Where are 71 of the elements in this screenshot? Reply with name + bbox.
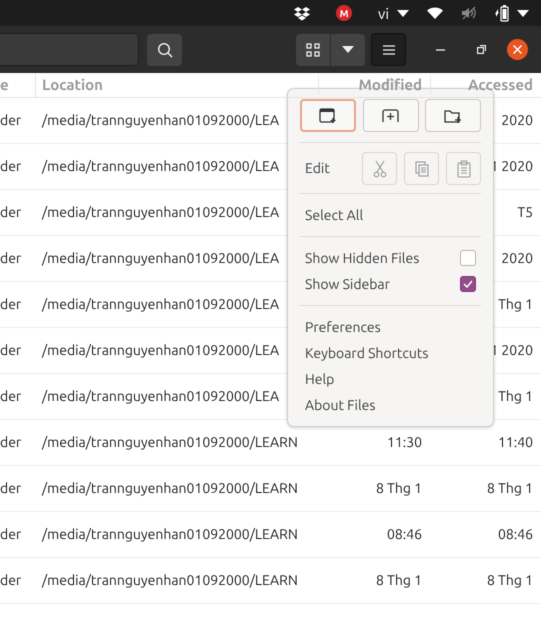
table-cell: 08:46 [386, 526, 422, 542]
table-cell-text: der [0, 525, 22, 544]
caret-icon [397, 10, 409, 16]
table-cell-text: der [0, 249, 22, 268]
table-cell-text: der [0, 341, 22, 360]
table-cell: 8 Thg 1 [376, 480, 422, 496]
menu-label: Edit [304, 159, 331, 178]
table-row[interactable]: der /media/trannguyenhan01092000/LEARN 8 Thg 1 8 Thg 1 [0, 558, 541, 604]
speaker-muted-icon[interactable] [461, 5, 477, 21]
table-cell-text: 11:40 [498, 433, 534, 452]
mega-icon[interactable]: M [336, 5, 352, 21]
table-cell-text: Thg 1 [498, 295, 534, 314]
menu-item[interactable]: Show Hidden Files [305, 248, 460, 268]
table-cell-text: der [0, 157, 22, 176]
grid-view-button[interactable] [296, 34, 331, 66]
table-cell-text: der [0, 203, 22, 222]
table-cell: 8 Thg 1 [376, 572, 422, 588]
table-row[interactable]: der /media/trannguyenhan01092000/LEARN 08:46 08:46 [0, 512, 541, 558]
menu-icon-button[interactable] [300, 99, 356, 132]
table-cell: 11:30 [386, 434, 422, 450]
grid-icon [306, 42, 320, 56]
table-cell-text: der [0, 571, 22, 590]
tab-plus-icon [382, 108, 400, 124]
table-cell-text: der [0, 433, 22, 452]
table-cell-text: der [0, 295, 22, 314]
system-menu-caret-icon [517, 10, 529, 16]
copy-icon [414, 160, 428, 176]
table-cell-text: /media/trannguyenhan01092000/LEARN [40, 433, 299, 452]
folder-plus-icon [444, 108, 462, 124]
table-cell-text: /media/trannguyenhan01092000/LEARN [40, 525, 299, 544]
table-cell-text: Thg 1 [498, 387, 534, 406]
dropbox-icon[interactable] [294, 5, 310, 21]
search-icon [156, 42, 172, 58]
table-cell-text: der [0, 387, 22, 406]
wifi-icon[interactable] [427, 7, 443, 19]
search-button[interactable] [147, 34, 182, 66]
table-cell-text: 2020 [501, 111, 534, 130]
table-cell-text: 2020 [501, 249, 534, 268]
menu-icon-button[interactable] [425, 99, 481, 132]
table-row[interactable]: der /media/trannguyenhan01092000/LEARN 8 Thg 1 8 Thg 1 [0, 466, 541, 512]
table-cell-text: /media/trannguyenhan01092000/LEA [40, 111, 280, 130]
table-cell-text: /media/trannguyenhan01092000/LEARN [40, 479, 299, 498]
table-cell-text: 8 Thg 1 [486, 479, 534, 498]
menu-icon [382, 44, 394, 54]
battery-icon[interactable] [495, 4, 509, 22]
table-cell-text: der [0, 479, 22, 498]
table-cell-text: /media/trannguyenhan01092000/LEARN [40, 571, 299, 590]
checkmark-icon [463, 280, 473, 288]
caret-icon [342, 46, 354, 53]
menu-button[interactable] [371, 33, 406, 66]
menu-icon-button[interactable] [362, 99, 418, 132]
clipboard-icon [456, 160, 470, 178]
menu-item[interactable]: Keyboard Shortcuts [305, 342, 481, 364]
table-cell-text: 8 Thg 1 [486, 571, 534, 590]
close-button[interactable] [507, 39, 528, 60]
language-indicator[interactable]: vi [378, 6, 389, 20]
table-cell-text: der [0, 111, 22, 130]
scissors-icon [372, 160, 386, 178]
menu-item[interactable]: About Files [305, 394, 481, 416]
close-icon [513, 45, 522, 54]
checkbox[interactable] [460, 276, 476, 292]
window-plus-icon [319, 108, 337, 124]
table-cell-text: /media/trannguyenhan01092000/LEA [40, 295, 280, 314]
table-cell-text: 08:46 [498, 525, 534, 544]
table-cell-text: T5 [517, 203, 534, 222]
search-field[interactable] [0, 33, 139, 66]
checkbox[interactable] [460, 250, 476, 266]
restore-icon [476, 45, 486, 54]
minimize-icon [436, 48, 444, 50]
view-options-button[interactable] [331, 34, 365, 66]
menu-item[interactable]: Select All [305, 204, 481, 226]
